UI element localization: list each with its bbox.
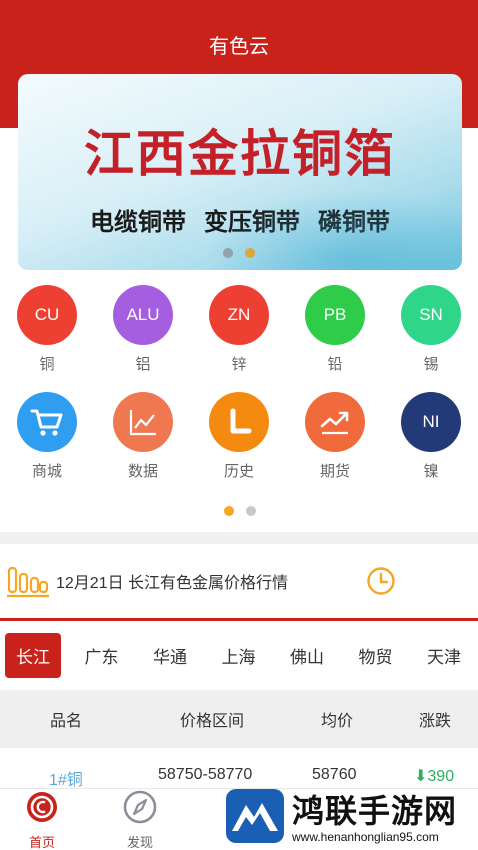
- feature-label: 期货: [319, 463, 350, 480]
- clock-icon[interactable]: [366, 566, 396, 601]
- tab-huatong[interactable]: 华通: [142, 633, 198, 678]
- pager-dot[interactable]: [246, 506, 256, 516]
- metal-zn[interactable]: ZN 锌: [208, 285, 270, 374]
- metal-label: 铜: [39, 356, 55, 373]
- average-price: 58760: [312, 766, 357, 783]
- watermark-title: 鸿联手游网: [292, 793, 458, 829]
- clock-l-icon: [209, 392, 269, 452]
- metal-alu[interactable]: ALU 铝: [112, 285, 174, 374]
- price-change: ⬇390: [414, 766, 454, 786]
- trend-up-icon: [305, 392, 365, 452]
- watermark-logo-icon: [224, 787, 286, 850]
- banner-subtitle: 变压铜带: [204, 209, 300, 236]
- banner-title: 江西金拉铜箔: [84, 126, 396, 182]
- section-divider: [0, 532, 478, 544]
- column-header: 均价: [321, 713, 354, 730]
- news-underline: [0, 618, 478, 621]
- metal-badge: SN: [401, 285, 461, 345]
- feature-futures[interactable]: 期货: [304, 392, 366, 481]
- metal-row: CU 铜 ALU 铝 ZN 锌 PB 铅 SN 锡: [0, 285, 478, 374]
- banner-pager: [223, 248, 255, 258]
- pager-dot[interactable]: [223, 248, 233, 258]
- feature-label: 历史: [223, 463, 254, 480]
- metal-ni[interactable]: NI 镍: [400, 392, 462, 481]
- price-range: 58750-58770: [158, 766, 253, 783]
- region-tabs: 长江 广东 华通 上海 佛山 物贸 天津: [0, 632, 478, 678]
- metal-label: 镍: [423, 463, 439, 480]
- site-watermark: 鸿联手游网 www.henanhonglian95.com: [224, 786, 474, 850]
- column-header: 价格区间: [180, 713, 245, 730]
- page-title: 有色云: [209, 36, 269, 58]
- metal-badge: NI: [401, 392, 461, 452]
- metal-cu[interactable]: CU 铜: [16, 285, 78, 374]
- tab-changjiang[interactable]: 长江: [5, 632, 61, 678]
- promo-banner[interactable]: 江西金拉铜箔 电缆铜带 变压铜带 磷铜带: [18, 74, 462, 270]
- metal-badge: ALU: [113, 285, 173, 345]
- feature-label: 商城: [31, 463, 62, 480]
- line-chart-icon: [113, 392, 173, 452]
- news-headline: 12月21日 长江有色金属价格行情: [56, 575, 289, 592]
- tab-tianjin[interactable]: 天津: [416, 633, 472, 678]
- watermark-url: www.henanhonglian95.com: [292, 830, 439, 844]
- feature-history[interactable]: 历史: [208, 392, 270, 481]
- metal-badge: CU: [17, 285, 77, 345]
- nav-discover[interactable]: 发现: [122, 789, 158, 850]
- metal-label: 铝: [135, 356, 151, 373]
- nav-home[interactable]: 首页: [24, 789, 60, 850]
- column-header: 品名: [50, 713, 83, 730]
- metal-label: 锡: [423, 356, 439, 373]
- metal-label: 铅: [327, 356, 343, 373]
- tab-foshan[interactable]: 佛山: [279, 633, 335, 678]
- metal-label: 锌: [231, 356, 247, 373]
- banner-subtitles: 电缆铜带 变压铜带 磷铜带: [18, 202, 462, 237]
- pager-dot-active[interactable]: [224, 506, 234, 516]
- tab-shanghai[interactable]: 上海: [211, 633, 267, 678]
- column-header: 涨跌: [419, 713, 452, 730]
- home-logo-icon: [24, 789, 60, 830]
- tab-wumao[interactable]: 物贸: [348, 633, 404, 678]
- metal-pb[interactable]: PB 铅: [304, 285, 366, 374]
- metal-badge: PB: [305, 285, 365, 345]
- price-table-header: 品名 价格区间 均价 涨跌: [0, 690, 478, 748]
- watermark-text: 鸿联手游网 www.henanhonglian95.com: [292, 792, 457, 844]
- metal-sn[interactable]: SN 锡: [400, 285, 462, 374]
- grid-pager: [224, 506, 256, 516]
- product-name[interactable]: 1#铜: [49, 766, 83, 790]
- feature-mall[interactable]: 商城: [16, 392, 78, 481]
- bar-chart-icon: [6, 558, 50, 607]
- feature-row: 商城 数据 历史 期货 NI 镍: [0, 392, 478, 481]
- banner-subtitle: 磷铜带: [318, 209, 390, 236]
- banner-subtitle: 电缆铜带: [90, 209, 186, 236]
- arrow-down-icon: ⬇: [414, 768, 428, 785]
- price-news-bar[interactable]: 12月21日 长江有色金属价格行情: [0, 552, 478, 608]
- feature-label: 数据: [127, 463, 158, 480]
- cart-icon: [17, 392, 77, 452]
- compass-icon: [122, 789, 158, 830]
- pager-dot-active[interactable]: [245, 248, 255, 258]
- nav-label: 发现: [126, 835, 153, 850]
- category-grid: CU 铜 ALU 铝 ZN 锌 PB 铅 SN 锡 商城 数据 历史 期货 NI…: [0, 285, 478, 499]
- nav-label: 首页: [28, 835, 55, 850]
- metal-badge: ZN: [209, 285, 269, 345]
- tab-guangdong[interactable]: 广东: [74, 633, 130, 678]
- feature-data[interactable]: 数据: [112, 392, 174, 481]
- price-change-value: 390: [427, 768, 455, 785]
